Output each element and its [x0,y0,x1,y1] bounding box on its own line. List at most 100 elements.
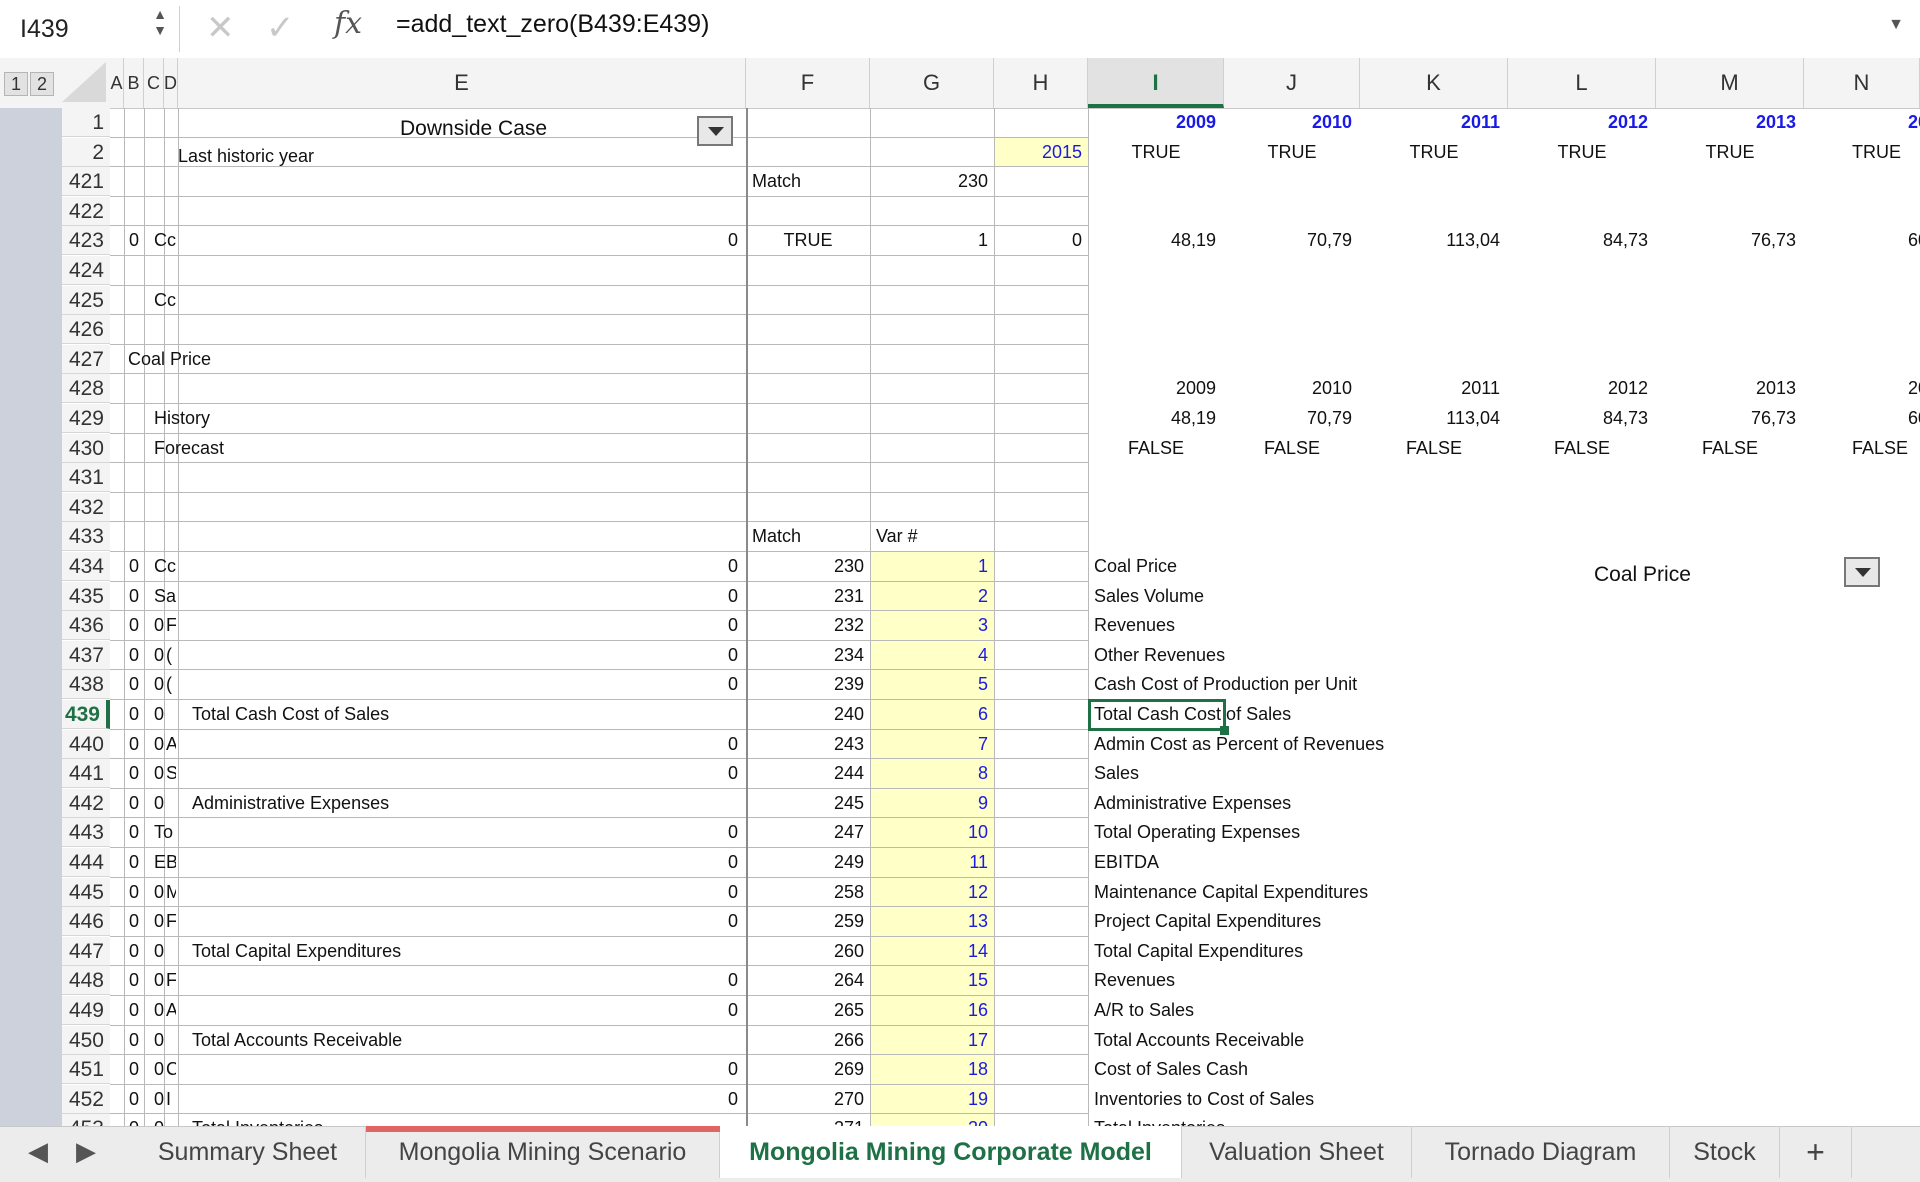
fill-handle[interactable] [1220,726,1229,735]
cell-b[interactable]: 0 [124,641,144,670]
cell-b[interactable]: 0 [124,759,144,788]
cell-b[interactable]: 0 [124,848,144,877]
outline-level-2-button[interactable]: 2 [30,72,54,96]
row-header[interactable]: 427 [62,344,110,374]
variable-name[interactable]: Other Revenues [1094,641,1494,670]
match-row-value[interactable]: 240 [746,700,864,729]
expand-formula-bar-icon[interactable]: ▼ [1888,16,1904,34]
var-number-value[interactable]: 13 [870,907,988,936]
cell-c[interactable]: EB [152,848,176,877]
row-header[interactable]: 451 [62,1055,110,1085]
cell-g[interactable]: 1 [870,226,988,255]
sheet-tab[interactable]: Stock [1670,1126,1780,1178]
match-row-value[interactable]: 266 [746,1026,864,1055]
cell-e[interactable]: 0 [178,907,738,936]
column-header-g[interactable]: G [870,58,994,108]
column-header-f[interactable]: F [746,58,870,108]
year-value[interactable]: 76,73 [1656,404,1796,433]
cell-c[interactable]: 0 [152,966,166,995]
row-header[interactable]: 443 [62,818,110,848]
var-number-value[interactable]: 18 [870,1055,988,1084]
sheet-tab[interactable]: Tornado Diagram [1412,1126,1670,1178]
year-value[interactable]: 2013 [1656,374,1796,403]
match-row-value[interactable]: 231 [746,582,864,611]
cell-c[interactable]: Cc [152,286,176,315]
variable-name[interactable]: Maintenance Capital Expenditures [1094,878,1494,907]
row-header[interactable]: 1 [62,108,110,137]
row-header[interactable]: 450 [62,1025,110,1055]
variable-name[interactable]: Total Inventories [1094,1114,1494,1126]
cell-e[interactable]: 0 [178,730,738,759]
cell-e[interactable]: 0 [178,966,738,995]
cell-b[interactable]: 0 [124,878,144,907]
variable-name[interactable]: Revenues [1094,966,1494,995]
formula-input[interactable]: =add_text_zero(B439:E439) [396,10,709,39]
insert-function-icon[interactable]: fx [334,6,362,41]
cell-b[interactable]: 0 [124,1026,144,1055]
cell-g[interactable]: 230 [870,167,988,196]
variable-name[interactable]: Cash Cost of Production per Unit [1094,670,1494,699]
match-row-value[interactable]: 232 [746,611,864,640]
column-header-b[interactable]: B [124,58,144,108]
cell-c[interactable]: 0 [152,1085,166,1114]
year-value[interactable]: 2011 [1360,374,1500,403]
cell-d[interactable]: F [166,907,176,936]
name-box-stepper-icon[interactable]: ▲ ▼ [150,6,170,52]
column-header-m[interactable]: M [1656,58,1804,108]
column-header-l[interactable]: L [1508,58,1656,108]
outline-level-1-button[interactable]: 1 [4,72,28,96]
cell-e[interactable]: 0 [178,552,738,581]
cell-e[interactable]: 0 [178,996,738,1025]
row-header[interactable]: 422 [62,196,110,226]
variable-name[interactable]: Total Operating Expenses [1094,818,1494,847]
row-header[interactable]: 452 [62,1084,110,1114]
variable-name[interactable]: Cost of Sales Cash [1094,1055,1494,1084]
scenario-dropdown-button[interactable] [697,116,733,146]
add-sheet-button[interactable]: + [1780,1126,1852,1178]
variable-name[interactable]: Sales Volume [1094,582,1494,611]
cell-c[interactable]: 0 [152,670,166,699]
year-value[interactable]: 84,73 [1508,404,1648,433]
last-historic-year-value[interactable]: 2015 [994,138,1082,167]
cell-c[interactable]: 0 [152,907,166,936]
row-header[interactable]: 424 [62,256,110,285]
match-row-value[interactable]: 269 [746,1055,864,1084]
var-number-value[interactable]: 6 [870,700,988,729]
cell-e[interactable]: 0 [178,878,738,907]
year-value[interactable]: FALSE [1360,434,1508,463]
cell-f[interactable]: TRUE [746,226,870,255]
var-number-value[interactable]: 15 [870,966,988,995]
sheet-tab[interactable]: Mongolia Mining Corporate Model [720,1126,1182,1178]
row-header[interactable]: 448 [62,966,110,996]
variable-name[interactable]: Project Capital Expenditures [1094,907,1494,936]
cell-c[interactable]: 0 [152,730,166,759]
cell-b[interactable]: 0 [124,937,144,966]
var-number-value[interactable]: 2 [870,582,988,611]
variable-name[interactable]: Administrative Expenses [1094,789,1494,818]
cell-h[interactable]: 0 [994,226,1082,255]
cell-d[interactable]: I [166,1085,176,1114]
cell-c[interactable]: To [152,818,176,847]
year-value[interactable]: 48,19 [1088,404,1216,433]
match-row-value[interactable]: 260 [746,937,864,966]
cell-c[interactable]: 0 [152,878,166,907]
year-value[interactable]: 76,73 [1656,226,1796,255]
confirm-icon[interactable]: ✓ [266,8,295,48]
match-row-value[interactable]: 239 [746,670,864,699]
var-number-value[interactable]: 12 [870,878,988,907]
row-header[interactable]: 434 [62,552,110,581]
var-number-value[interactable]: 20 [870,1114,988,1126]
row-header[interactable]: 435 [62,581,110,611]
year-value[interactable]: 2009 [1088,374,1216,403]
cell-c[interactable]: 0 [152,1055,166,1084]
column-header-j[interactable]: J [1224,58,1360,108]
match-row-value[interactable]: 243 [746,730,864,759]
year-value[interactable]: 70,79 [1224,404,1352,433]
cell-b[interactable]: 0 [124,730,144,759]
match-row-value[interactable]: 234 [746,641,864,670]
cell-b[interactable]: 0 [124,226,144,255]
cell-e[interactable]: 0 [178,759,738,788]
var-number-value[interactable]: 5 [870,670,988,699]
cell-b[interactable]: 0 [124,907,144,936]
column-header-h[interactable]: H [994,58,1088,108]
